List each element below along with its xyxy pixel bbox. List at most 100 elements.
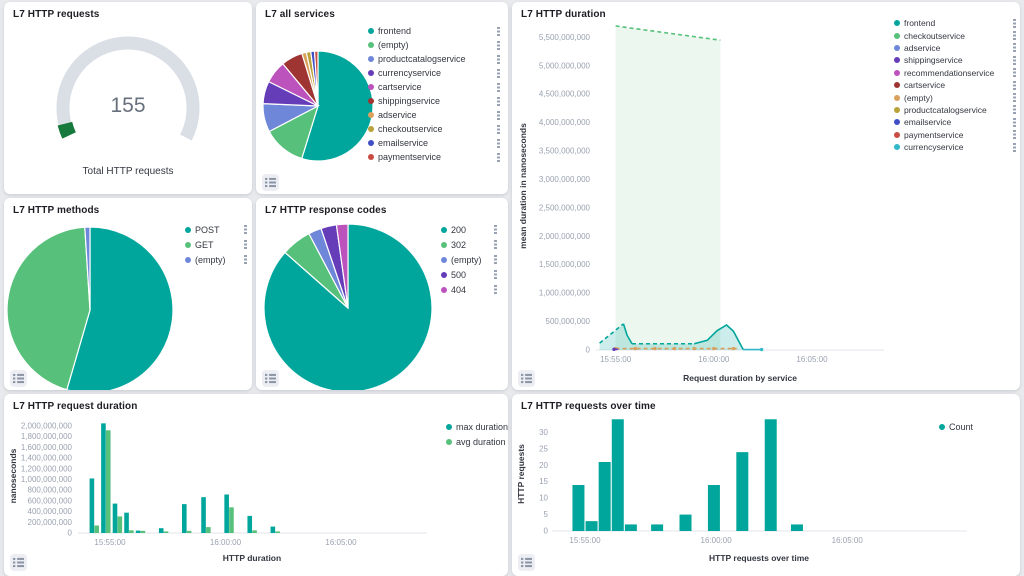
legend-label[interactable]: checkoutservice bbox=[904, 31, 1009, 41]
legend-label[interactable]: adservice bbox=[904, 43, 1009, 53]
legend-item[interactable]: avg duration bbox=[446, 434, 508, 449]
legend-item[interactable]: shippingservice bbox=[368, 94, 500, 108]
legend-label[interactable]: 200 bbox=[451, 225, 490, 235]
legend-item[interactable]: checkoutservice bbox=[894, 29, 1016, 41]
legend-item[interactable]: cartservice bbox=[368, 80, 500, 94]
legend-label[interactable]: (empty) bbox=[195, 255, 240, 265]
legend-item[interactable]: max duration bbox=[446, 419, 508, 434]
legend-item[interactable]: checkoutservice bbox=[368, 122, 500, 136]
bar[interactable] bbox=[129, 530, 134, 533]
legend-actions-icon[interactable] bbox=[1013, 56, 1016, 65]
legend-label[interactable]: 404 bbox=[451, 285, 490, 295]
legend-label[interactable]: (empty) bbox=[451, 255, 490, 265]
legend-actions-icon[interactable] bbox=[494, 270, 497, 279]
bar[interactable] bbox=[765, 419, 777, 531]
bar[interactable] bbox=[586, 521, 598, 531]
bar[interactable] bbox=[572, 485, 584, 531]
legend-label[interactable]: (empty) bbox=[378, 40, 493, 50]
legend-label[interactable]: frontend bbox=[378, 26, 493, 36]
legend-actions-icon[interactable] bbox=[497, 125, 500, 134]
legend-item[interactable]: POST bbox=[185, 222, 247, 237]
legend-actions-icon[interactable] bbox=[1013, 118, 1016, 127]
legend-actions-icon[interactable] bbox=[1013, 68, 1016, 77]
legend-actions-icon[interactable] bbox=[1013, 105, 1016, 114]
bar[interactable] bbox=[159, 528, 164, 533]
bar[interactable] bbox=[106, 430, 111, 533]
legend-item[interactable]: GET bbox=[185, 237, 247, 252]
legend-actions-icon[interactable] bbox=[1013, 93, 1016, 102]
bar[interactable] bbox=[187, 531, 192, 533]
legend-label[interactable]: 500 bbox=[451, 270, 490, 280]
legend-item[interactable]: currencyservice bbox=[368, 66, 500, 80]
legend-actions-icon[interactable] bbox=[494, 255, 497, 264]
legend-actions-icon[interactable] bbox=[497, 111, 500, 120]
legend-item[interactable]: paymentservice bbox=[894, 129, 1016, 141]
bar[interactable] bbox=[118, 516, 123, 533]
bar[interactable] bbox=[247, 516, 252, 533]
legend-label[interactable]: checkoutservice bbox=[378, 124, 493, 134]
legend-label[interactable]: cartservice bbox=[904, 80, 1009, 90]
legend-label[interactable]: productcatalogservice bbox=[904, 105, 1009, 115]
bar[interactable] bbox=[124, 513, 129, 533]
legend-item[interactable]: shippingservice bbox=[894, 54, 1016, 66]
legend-toggle-button[interactable] bbox=[518, 554, 535, 571]
legend-label[interactable]: shippingservice bbox=[904, 55, 1009, 65]
legend-actions-icon[interactable] bbox=[497, 69, 500, 78]
bar[interactable] bbox=[736, 452, 748, 531]
legend-label[interactable]: avg duration bbox=[456, 437, 508, 447]
bar[interactable] bbox=[164, 531, 169, 533]
bar[interactable] bbox=[252, 530, 257, 533]
bar[interactable] bbox=[708, 485, 720, 531]
legend-label[interactable]: GET bbox=[195, 240, 240, 250]
legend-toggle-button[interactable] bbox=[262, 370, 279, 387]
legend-label[interactable]: adservice bbox=[378, 110, 493, 120]
legend-label[interactable]: currencyservice bbox=[904, 142, 1009, 152]
bar[interactable] bbox=[101, 423, 106, 533]
legend-label[interactable]: currencyservice bbox=[378, 68, 493, 78]
legend-actions-icon[interactable] bbox=[497, 153, 500, 162]
legend-item[interactable]: adservice bbox=[894, 42, 1016, 54]
bar[interactable] bbox=[271, 527, 276, 533]
legend-item[interactable]: (empty) bbox=[441, 252, 497, 267]
legend-toggle-button[interactable] bbox=[10, 554, 27, 571]
legend-label[interactable]: Count bbox=[949, 422, 999, 432]
bar[interactable] bbox=[201, 497, 206, 533]
legend-actions-icon[interactable] bbox=[497, 55, 500, 64]
bar[interactable] bbox=[136, 531, 141, 533]
legend-label[interactable]: recommendationservice bbox=[904, 68, 1009, 78]
bar[interactable] bbox=[625, 524, 637, 531]
legend-toggle-button[interactable] bbox=[10, 370, 27, 387]
bar[interactable] bbox=[90, 478, 95, 533]
legend-item[interactable]: productcatalogservice bbox=[894, 104, 1016, 116]
legend-item[interactable]: emailservice bbox=[368, 136, 500, 150]
bar[interactable] bbox=[141, 531, 146, 533]
legend-toggle-button[interactable] bbox=[518, 370, 535, 387]
legend-item[interactable]: productcatalogservice bbox=[368, 52, 500, 66]
bar[interactable] bbox=[791, 524, 803, 531]
legend-item[interactable]: recommendationservice bbox=[894, 67, 1016, 79]
legend-label[interactable]: paymentservice bbox=[378, 152, 493, 162]
bar[interactable] bbox=[651, 524, 663, 531]
legend-item[interactable]: 500 bbox=[441, 267, 497, 282]
legend-label[interactable]: productcatalogservice bbox=[378, 54, 493, 64]
bar[interactable] bbox=[275, 531, 280, 533]
bar[interactable] bbox=[612, 419, 624, 531]
legend-item[interactable]: 404 bbox=[441, 282, 497, 297]
legend-item[interactable]: (empty) bbox=[185, 252, 247, 267]
legend-actions-icon[interactable] bbox=[497, 41, 500, 50]
legend-item[interactable]: frontend bbox=[894, 17, 1016, 29]
bar[interactable] bbox=[94, 526, 99, 533]
legend-actions-icon[interactable] bbox=[244, 225, 247, 234]
legend-label[interactable]: shippingservice bbox=[378, 96, 493, 106]
legend-label[interactable]: emailservice bbox=[378, 138, 493, 148]
bar[interactable] bbox=[113, 504, 118, 533]
legend-label[interactable]: max duration bbox=[456, 422, 508, 432]
legend-item[interactable]: cartservice bbox=[894, 79, 1016, 91]
legend-actions-icon[interactable] bbox=[494, 240, 497, 249]
legend-item[interactable]: currencyservice bbox=[894, 141, 1016, 153]
legend-actions-icon[interactable] bbox=[1013, 81, 1016, 90]
legend-actions-icon[interactable] bbox=[1013, 19, 1016, 28]
bar[interactable] bbox=[229, 507, 234, 533]
legend-actions-icon[interactable] bbox=[244, 240, 247, 249]
legend-item[interactable]: (empty) bbox=[368, 38, 500, 52]
